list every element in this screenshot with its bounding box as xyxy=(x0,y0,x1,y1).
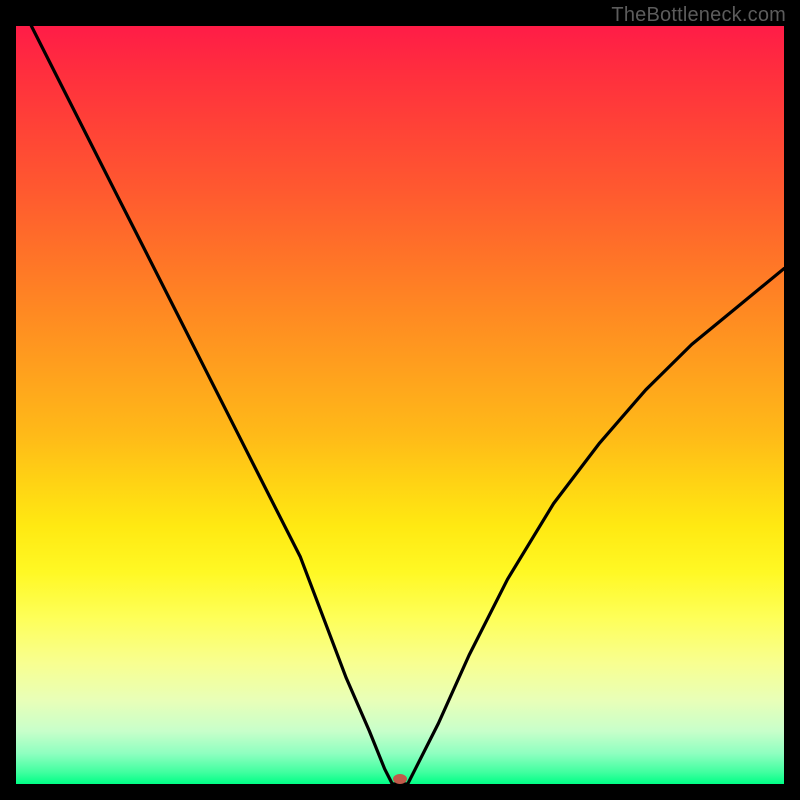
bottleneck-curve xyxy=(31,26,784,784)
plot-area xyxy=(16,26,784,784)
curve-layer xyxy=(16,26,784,784)
watermark-text: TheBottleneck.com xyxy=(611,4,786,27)
optimum-marker xyxy=(393,774,407,784)
chart-frame: TheBottleneck.com xyxy=(0,0,800,800)
